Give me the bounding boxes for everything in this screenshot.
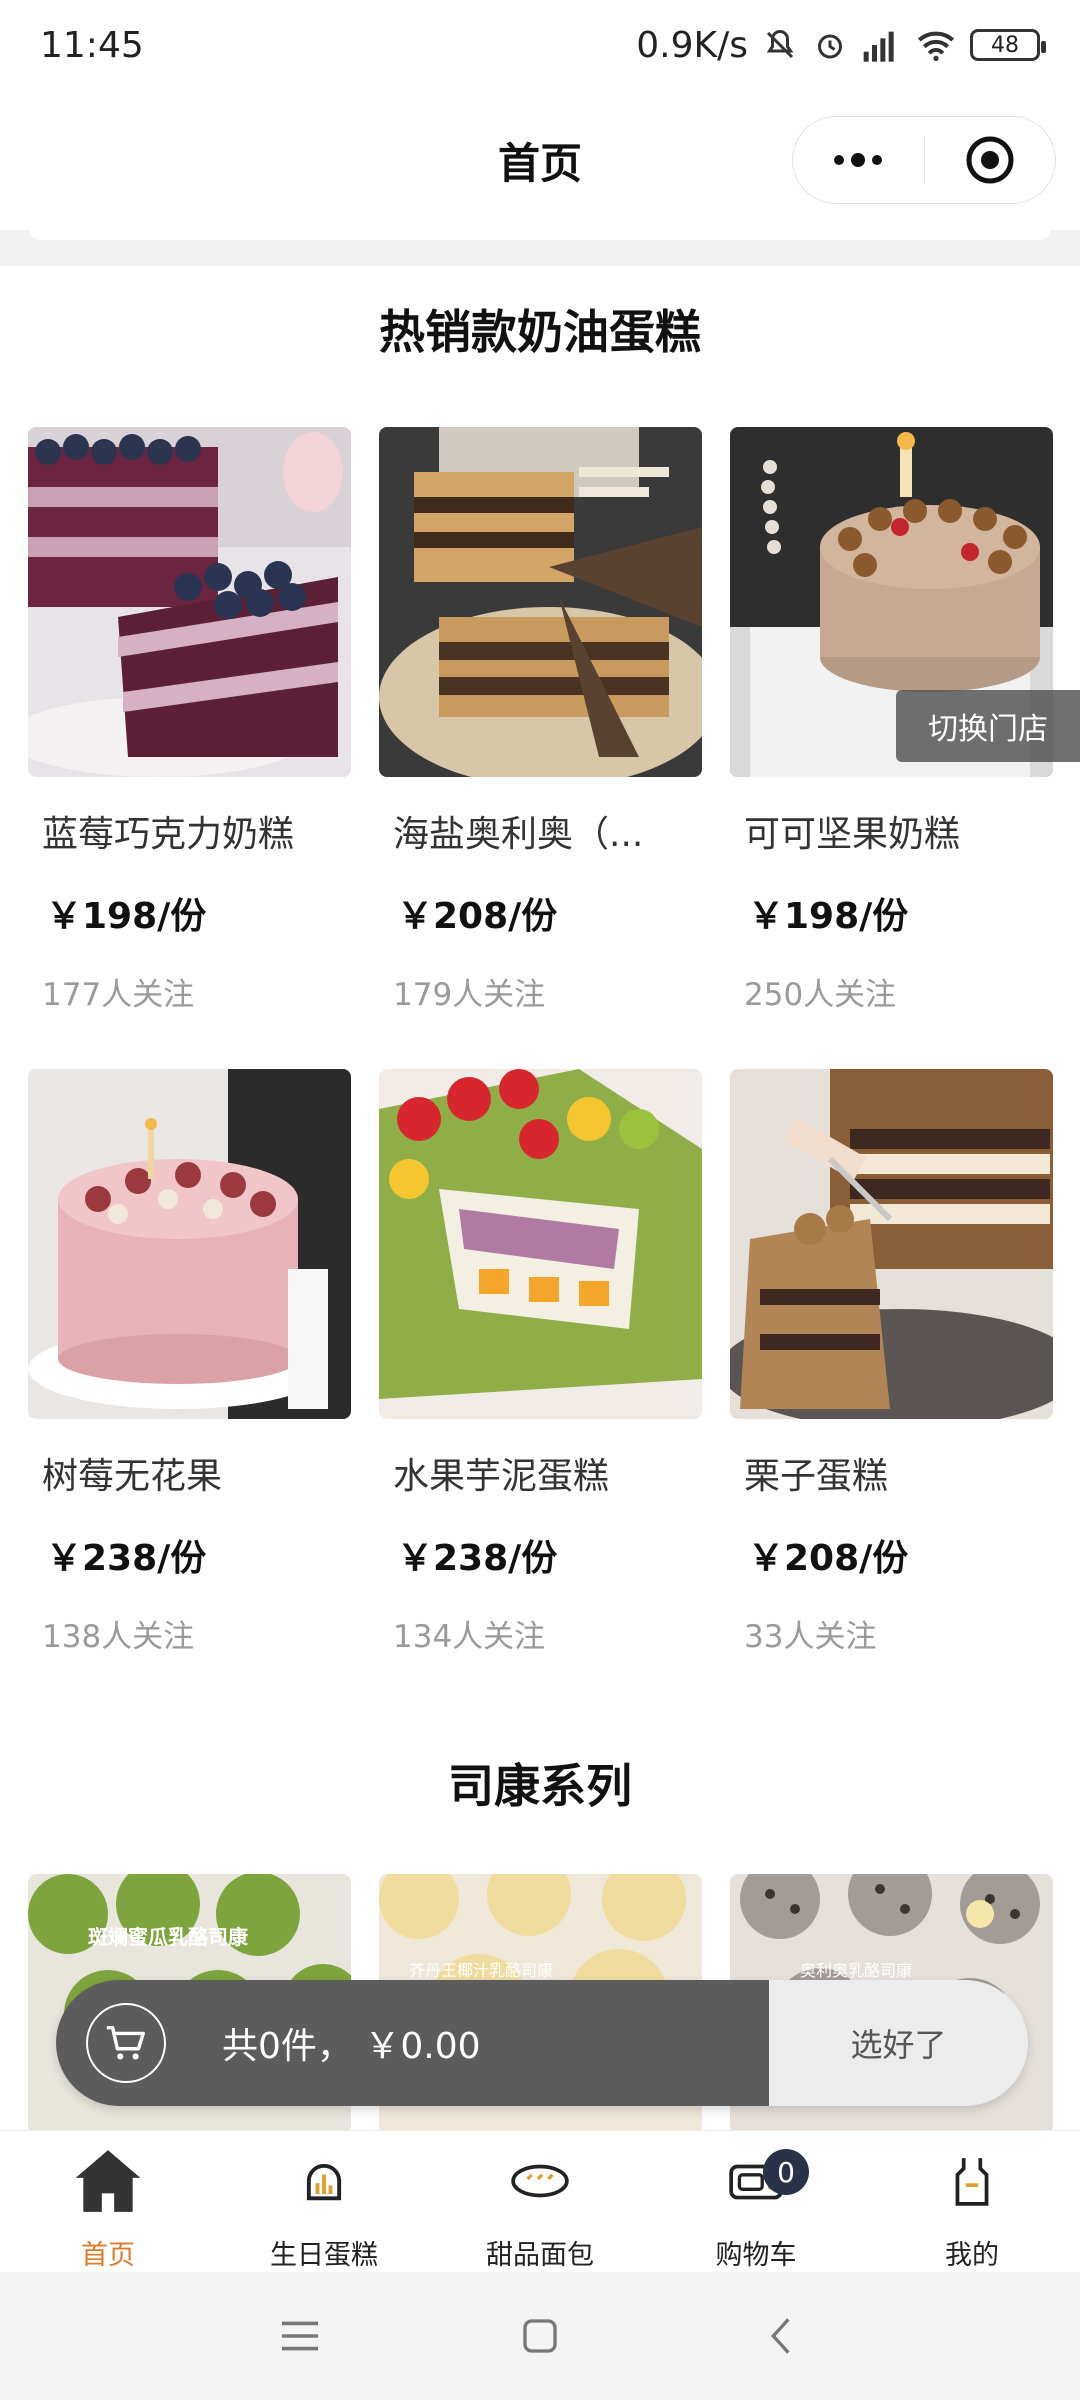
product-card[interactable]: 水果芋泥蛋糕 ￥238/份 134人关注 [379, 1069, 702, 1711]
tab-label: 生日蛋糕 [270, 2240, 378, 2271]
birthday-cake-icon [284, 2141, 364, 2221]
confirm-selection-button[interactable]: 选好了 [769, 1980, 1028, 2106]
product-card[interactable]: 海盐奥利奥（... ￥208/份 179人关注 [379, 427, 702, 1069]
alarm-icon [812, 27, 848, 63]
switch-store-button[interactable]: 切换门店 [896, 690, 1080, 762]
status-icons: 0.9K/s 48 [636, 24, 1046, 66]
system-nav-bar [0, 2272, 1080, 2400]
product-image[interactable] [730, 1069, 1053, 1419]
status-bar: 11:45 0.9K/s 48 [0, 0, 1080, 90]
section-title-scone-series: 司康系列 [448, 1759, 632, 1813]
cart-count-badge: 0 [763, 2149, 809, 2195]
more-dots-icon [834, 153, 883, 167]
shopping-cart-icon[interactable] [86, 2003, 166, 2083]
product-follow-count: 179人关注 [393, 977, 546, 1013]
product-follow-count: 33人关注 [744, 1619, 877, 1655]
product-name: 可可坚果奶糕 [744, 814, 961, 855]
close-miniprogram-button[interactable] [925, 117, 1056, 203]
thumb-caption: 芥丹王椰汁乳酪司康 [409, 1961, 553, 1980]
product-follow-count: 138人关注 [42, 1619, 195, 1655]
tab-label: 甜品面包 [486, 2240, 594, 2271]
product-name: 蓝莓巧克力奶糕 [42, 814, 295, 855]
tab-desserts-bread[interactable]: 甜品面包 [432, 2131, 648, 2272]
product-follow-count: 134人关注 [393, 1619, 546, 1655]
product-price: ￥198/份 [748, 896, 909, 937]
thumb-caption: 斑斓蜜瓜乳酪司康 [88, 1925, 249, 1949]
tab-birthday-cake[interactable]: 生日蛋糕 [216, 2131, 432, 2272]
tab-cart[interactable]: 0 购物车 [648, 2131, 864, 2272]
product-name: 树莓无花果 [42, 1456, 223, 1497]
top-strip [0, 230, 1080, 266]
product-name: 海盐奥利奥（... [393, 814, 644, 855]
product-price: ￥208/份 [397, 896, 558, 937]
tab-label: 购物车 [715, 2240, 797, 2271]
mute-bell-icon [762, 27, 798, 63]
wifi-icon [916, 28, 956, 62]
home-square-icon[interactable] [500, 2296, 580, 2376]
tab-label: 首页 [81, 2240, 135, 2271]
strip-card [30, 230, 1050, 240]
more-menu-button[interactable] [793, 117, 924, 203]
home-icon [68, 2141, 148, 2221]
target-close-icon [966, 136, 1014, 184]
signal-icon [862, 28, 902, 62]
tab-label: 我的 [945, 2240, 999, 2271]
product-price: ￥238/份 [46, 1538, 207, 1579]
bottom-tab-bar: 首页 生日蛋糕 甜品面包 0 购物车 我的 [0, 2130, 1080, 2272]
product-image[interactable] [28, 427, 351, 777]
page-header: 首页 [0, 90, 1080, 230]
product-image[interactable] [379, 427, 702, 777]
bread-icon [500, 2141, 580, 2221]
product-card[interactable]: 蓝莓巧克力奶糕 ￥198/份 177人关注 [28, 427, 351, 1069]
product-card[interactable]: 树莓无花果 ￥238/份 138人关注 [28, 1069, 351, 1711]
product-price: ￥198/份 [46, 896, 207, 937]
thumb-caption: 奥利奥乳酪司康 [800, 1961, 912, 1980]
tab-home[interactable]: 首页 [0, 2131, 216, 2272]
section-title-hot-cream-cakes: 热销款奶油蛋糕 [379, 305, 701, 359]
product-image[interactable] [379, 1069, 702, 1419]
cart-summary-area[interactable]: 共0件， ￥0.00 [56, 1980, 769, 2106]
product-price: ￥238/份 [397, 1538, 558, 1579]
product-name: 水果芋泥蛋糕 [393, 1456, 610, 1497]
cart-bar: 共0件， ￥0.00 选好了 [56, 1980, 1028, 2106]
network-speed: 0.9K/s [636, 24, 748, 66]
battery-icon: 48 [970, 29, 1046, 61]
product-grid: 蓝莓巧克力奶糕 ￥198/份 177人关注 海盐奥利奥（... ￥208/份 1… [28, 427, 1055, 1711]
tab-profile[interactable]: 我的 [864, 2131, 1080, 2272]
product-image[interactable] [28, 1069, 351, 1419]
product-card[interactable]: 栗子蛋糕 ￥208/份 33人关注 [730, 1069, 1053, 1711]
product-name: 栗子蛋糕 [744, 1456, 889, 1497]
miniprogram-capsule [792, 116, 1056, 204]
product-follow-count: 250人关注 [744, 977, 897, 1013]
cart-summary-text: 共0件， ￥0.00 [222, 2026, 481, 2067]
page-title: 首页 [497, 138, 582, 188]
product-price: ￥208/份 [748, 1538, 909, 1579]
menu-icon[interactable] [260, 2296, 340, 2376]
product-follow-count: 177人关注 [42, 977, 195, 1013]
back-chevron-icon[interactable] [740, 2296, 820, 2376]
status-time: 11:45 [40, 24, 144, 66]
apron-profile-icon [932, 2141, 1012, 2221]
